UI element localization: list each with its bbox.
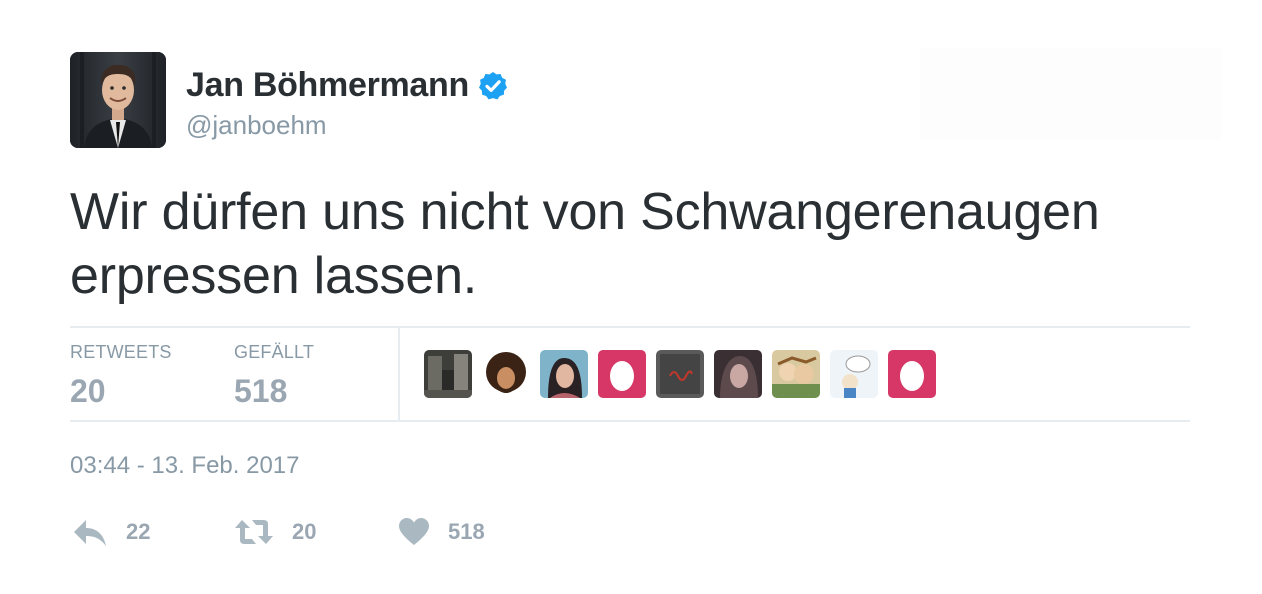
reply-count: 22 <box>126 519 151 544</box>
liker-avatar[interactable] <box>656 350 704 398</box>
liker-avatar[interactable] <box>482 350 530 398</box>
divider <box>70 420 1190 422</box>
liker-avatar[interactable] <box>772 350 820 398</box>
reply-icon <box>74 520 106 546</box>
liker-avatar[interactable] <box>888 350 936 398</box>
default-egg-avatar-icon <box>598 350 646 398</box>
tweet-timestamp[interactable]: 03:44 - 13. Feb. 2017 <box>70 452 300 480</box>
woman-dark-portrait-avatar-icon <box>714 350 762 398</box>
blank-placeholder <box>920 48 1222 140</box>
liker-avatar[interactable] <box>540 350 588 398</box>
dark-logo-avatar-icon <box>656 350 704 398</box>
stats-separator <box>398 328 400 420</box>
likes-label: GEFÄLLT <box>234 342 315 362</box>
retweets-value: 20 <box>70 373 106 409</box>
comic-avatar-icon <box>772 350 820 398</box>
woman-portrait-avatar-icon <box>540 350 588 398</box>
curly-hair-avatar-icon <box>482 350 530 398</box>
reply-button[interactable]: 22 <box>72 512 150 552</box>
retweets-label: RETWEETS <box>70 342 172 362</box>
author-avatar[interactable] <box>70 52 166 148</box>
liker-avatar[interactable] <box>714 350 762 398</box>
like-count: 518 <box>448 519 485 544</box>
retweet-icon <box>235 520 273 544</box>
author-name[interactable]: Jan Böhmermann <box>186 66 509 105</box>
author-handle[interactable]: @janboehm <box>186 110 327 141</box>
default-egg-avatar-icon <box>888 350 936 398</box>
likers-avatars <box>424 350 936 398</box>
cartoon-avatar-icon <box>830 350 878 398</box>
liker-avatar[interactable] <box>424 350 472 398</box>
author-name-text[interactable]: Jan Böhmermann <box>186 66 469 105</box>
street-photo-avatar-icon <box>424 350 472 398</box>
retweet-count: 20 <box>292 519 317 544</box>
heart-icon <box>399 518 429 545</box>
retweets-stat[interactable]: RETWEETS 20 <box>70 342 172 410</box>
divider <box>70 326 1190 328</box>
profile-photo-icon <box>70 52 166 148</box>
liker-avatar[interactable] <box>598 350 646 398</box>
likes-stat[interactable]: GEFÄLLT 518 <box>234 342 314 410</box>
liker-avatar[interactable] <box>830 350 878 398</box>
verified-badge-icon <box>478 71 507 99</box>
retweet-button[interactable]: 20 <box>234 512 316 552</box>
like-button[interactable]: 518 <box>398 512 485 552</box>
likes-value: 518 <box>234 373 288 409</box>
tweet-text: Wir dürfen uns nicht von Schwangerenauge… <box>70 183 1100 305</box>
